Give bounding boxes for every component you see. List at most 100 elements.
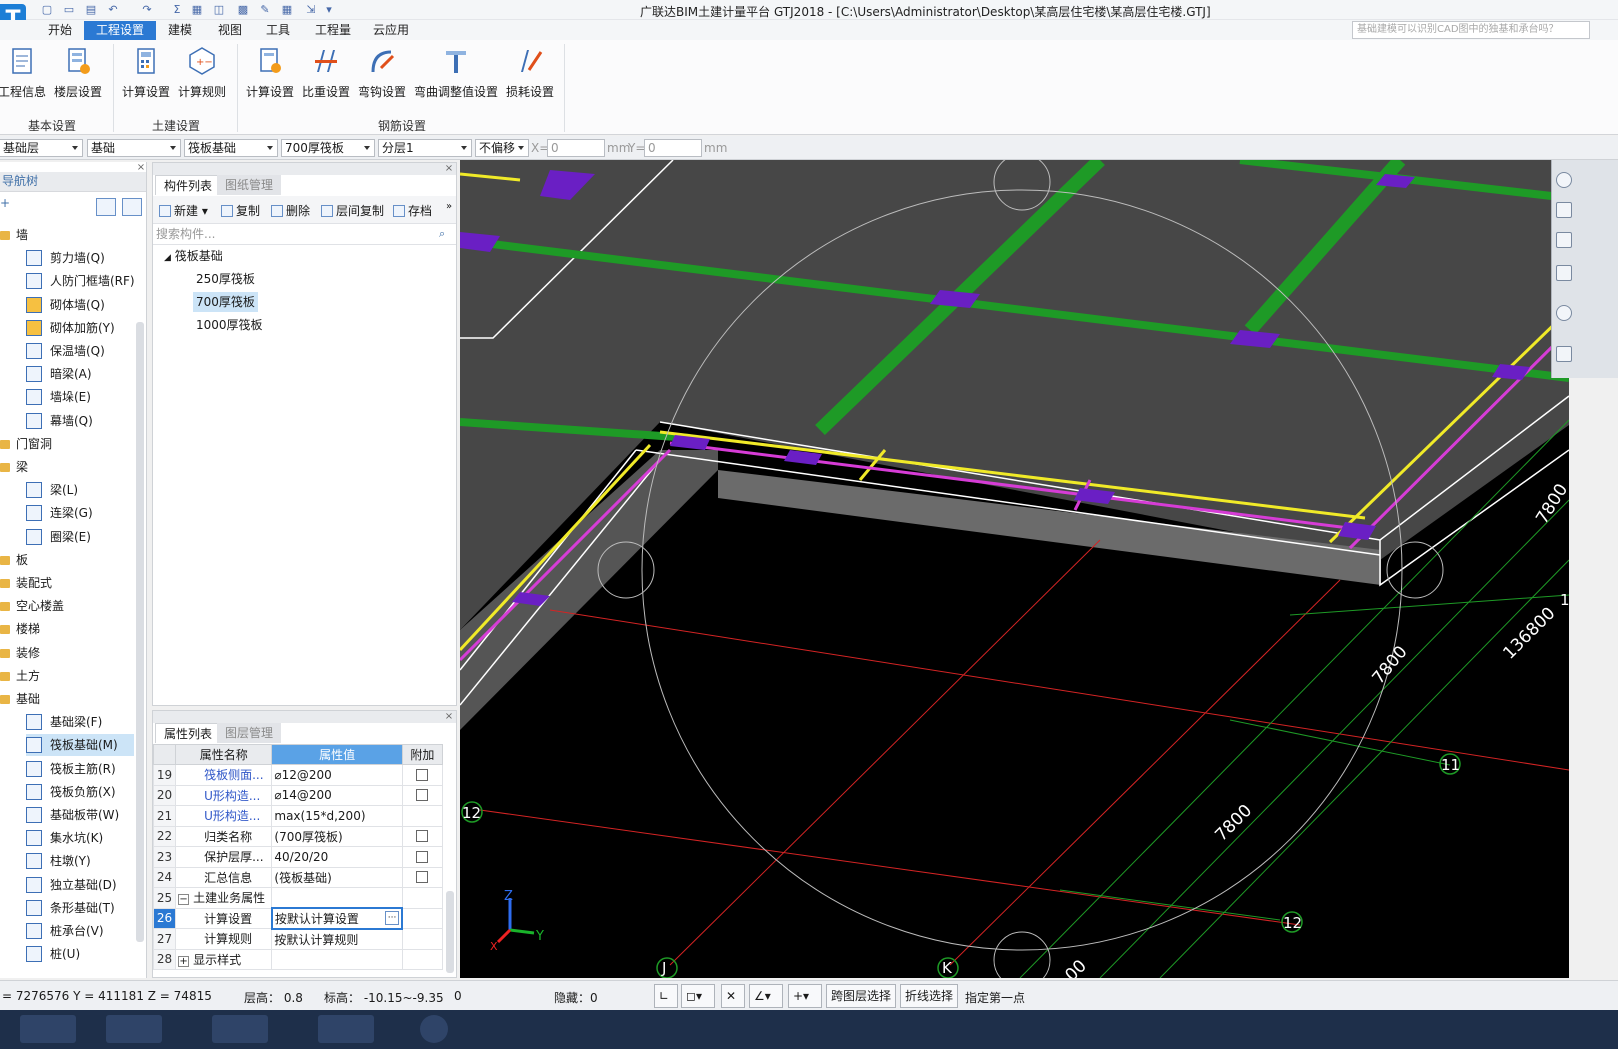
property-scrollbar[interactable] <box>446 891 454 973</box>
dimension-icon[interactable]: +▾ <box>788 984 822 1008</box>
nav-item[interactable]: 桩(U) <box>26 943 134 965</box>
tab-view[interactable]: 视图 <box>210 21 250 40</box>
y-offset-input[interactable]: 0 <box>644 139 702 157</box>
nav-item[interactable]: 圈梁(E) <box>26 526 134 548</box>
nav-item[interactable]: 基础梁(F) <box>26 711 134 733</box>
property-row[interactable]: 28 + 显示样式 <box>152 948 444 970</box>
nav-item[interactable]: 条形基础(T) <box>26 897 134 919</box>
tab-tools[interactable]: 工具 <box>258 21 298 40</box>
nav-category[interactable]: 空心楼盖 <box>0 595 134 617</box>
project-info-button[interactable]: 工程信息 <box>0 46 52 102</box>
type-select[interactable]: 筏板基础 <box>184 139 278 157</box>
taskbar-app-icon[interactable] <box>106 1015 162 1043</box>
tab-drawing-management[interactable]: 图纸管理 <box>217 175 282 195</box>
save-icon[interactable]: ▤ <box>84 3 98 17</box>
tree-group[interactable]: ◢ 筏板基础 <box>161 246 226 266</box>
nav-item[interactable]: 砌体加筋(Y) <box>26 317 134 339</box>
x-offset-input[interactable]: 0 <box>547 139 605 157</box>
delete-component-button[interactable]: 删除 <box>271 201 310 221</box>
nav-item[interactable]: 暗梁(A) <box>26 363 134 385</box>
customize-icon[interactable]: ▾ <box>322 3 336 17</box>
new-file-icon[interactable]: ▢ <box>40 3 54 17</box>
help-search-input[interactable]: 基础建模可以识别CAD图中的独基和承台吗？ <box>1352 21 1590 39</box>
nav-category[interactable]: 土方 <box>0 665 134 687</box>
ellipsis-button-icon[interactable]: ··· <box>384 911 400 925</box>
hook-settings-button[interactable]: 弯钩设置 <box>352 46 412 102</box>
nav-item[interactable]: 基础板带(W) <box>26 804 134 826</box>
property-value[interactable] <box>271 948 403 970</box>
nav-scrollbar[interactable] <box>136 322 144 942</box>
grid-view-icon[interactable] <box>122 198 142 216</box>
nav-category[interactable]: 基础 <box>0 688 134 710</box>
nav-category[interactable]: 装配式 <box>0 572 134 594</box>
property-value[interactable]: 按默认计算设置 ··· <box>270 907 404 930</box>
nav-item[interactable]: 筏板基础(M) <box>26 734 134 757</box>
nav-item[interactable]: 筏板主筋(R) <box>26 758 134 780</box>
nav-item[interactable]: 砌体墙(Q) <box>26 294 134 316</box>
property-row[interactable]: 20 U形构造... ⌀14@200 <box>152 784 444 806</box>
grid-icon[interactable]: ▦ <box>280 3 294 17</box>
taskbar-browser-icon[interactable] <box>420 1015 448 1043</box>
property-row[interactable]: 21 U形构造... max(15*d,200) <box>152 805 444 827</box>
extra-checkbox[interactable] <box>416 850 429 863</box>
rotate-icon[interactable] <box>1556 305 1572 321</box>
civil-calc-settings-button[interactable]: 计算设置 <box>116 46 176 102</box>
offset-mode-select[interactable]: 不偏移 <box>475 139 529 157</box>
component-item-250[interactable]: 250厚筏板 <box>193 269 258 289</box>
polyline-select-button[interactable]: 折线选择 <box>900 984 959 1008</box>
layers-icon[interactable]: ▩ <box>236 3 250 17</box>
more-icon[interactable]: » <box>446 201 452 212</box>
drawing-canvas[interactable]: 11 12 12 J K 1 7800 136800 7800 7800 00 … <box>460 160 1569 978</box>
orbit-handle[interactable] <box>1386 541 1444 599</box>
copy-component-button[interactable]: 复制 <box>221 201 260 221</box>
redo-icon[interactable]: ↷ <box>140 3 154 17</box>
search-icon[interactable]: ⌕ <box>439 227 445 241</box>
expand-icon[interactable]: + <box>178 955 190 967</box>
nav-item[interactable]: 人防门框墙(RF) <box>26 270 135 292</box>
drawing-viewport[interactable]: 11 12 12 J K 1 7800 136800 7800 7800 00 … <box>460 160 1569 978</box>
property-row[interactable]: 24 汇总信息 (筏板基础) <box>152 866 444 888</box>
report-icon[interactable]: ▦ <box>190 3 204 17</box>
nav-category[interactable]: 板 <box>0 549 134 571</box>
open-file-icon[interactable]: ▭ <box>62 3 76 17</box>
sum-icon[interactable]: Σ <box>170 3 184 17</box>
property-value[interactable]: max(15*d,200) <box>271 805 403 827</box>
weight-settings-button[interactable]: 比重设置 <box>296 46 356 102</box>
layer-select[interactable]: 分层1 <box>378 139 472 157</box>
property-value[interactable]: (700厚筏板) <box>271 825 403 847</box>
bend-adjust-settings-button[interactable]: 弯曲调整值设置 <box>414 46 498 102</box>
close-icon[interactable]: × <box>443 163 455 175</box>
pencil-icon[interactable]: ✎ <box>258 3 272 17</box>
nav-category[interactable]: 墙 <box>0 224 134 246</box>
zoom-icon[interactable] <box>1556 172 1572 188</box>
nav-category[interactable]: 装修 <box>0 642 134 664</box>
tab-modeling[interactable]: 建模 <box>160 21 200 40</box>
nav-category[interactable]: 门窗洞 <box>0 433 134 455</box>
nav-item[interactable]: 保温墙(Q) <box>26 340 134 362</box>
archive-button[interactable]: 存档 <box>393 201 432 221</box>
component-search-input[interactable]: 搜索构件... <box>153 225 456 245</box>
angle-snap-icon[interactable]: ∠▾ <box>749 984 783 1008</box>
nav-item[interactable]: 独立基础(D) <box>26 874 134 896</box>
tab-project-settings[interactable]: 工程设置 <box>84 21 156 40</box>
nav-category[interactable]: 梁 <box>0 456 134 478</box>
extra-checkbox[interactable] <box>416 768 429 781</box>
property-value[interactable] <box>271 887 403 909</box>
object-snap-icon[interactable]: ◻▾ <box>681 984 715 1008</box>
taskbar-app-icon[interactable] <box>212 1015 268 1043</box>
taskbar-app-icon[interactable] <box>20 1015 76 1043</box>
view-icon[interactable]: ◫ <box>212 3 226 17</box>
ortho-icon[interactable]: ∟ <box>654 984 678 1008</box>
property-value[interactable]: 40/20/20 <box>271 846 403 868</box>
property-value[interactable]: ⌀12@200 <box>271 764 403 786</box>
nav-item[interactable]: 筏板负筋(X) <box>26 781 134 803</box>
close-icon[interactable]: × <box>443 711 455 723</box>
collapse-icon[interactable]: − <box>178 894 190 906</box>
cross-select-icon[interactable]: ✕ <box>721 984 745 1008</box>
nav-item[interactable]: 集水坑(K) <box>26 827 134 849</box>
floor-settings-button[interactable]: 楼层设置 <box>48 46 108 102</box>
property-row[interactable]: 25− 土建业务属性 <box>152 887 444 909</box>
property-row[interactable]: 22 归类名称 (700厚筏板) <box>152 825 444 847</box>
loss-settings-button[interactable]: 损耗设置 <box>500 46 560 102</box>
property-value[interactable]: ⌀14@200 <box>271 784 403 806</box>
